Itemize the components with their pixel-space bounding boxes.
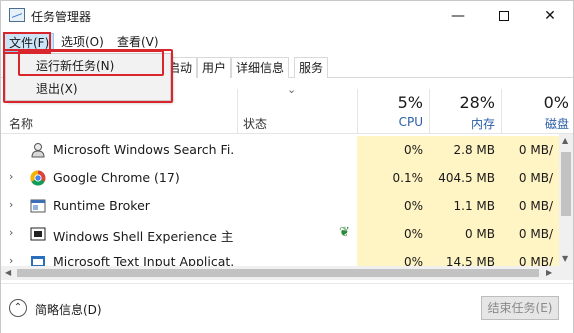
process-cpu: 0% — [357, 192, 429, 220]
process-row[interactable]: › Microsoft Text Input Applicat... 0% 14… — [1, 248, 559, 266]
minimize-button[interactable]: — — [435, 1, 481, 31]
scroll-right-arrow-icon[interactable]: ▶ — [546, 268, 552, 277]
process-name: Windows Shell Experience 主... — [53, 229, 233, 244]
column-cpu[interactable]: CPU — [371, 115, 423, 129]
process-disk: 0 MB/ — [501, 220, 559, 248]
process-disk: 0 MB/ — [501, 136, 559, 164]
expand-chevron-icon[interactable]: › — [9, 254, 13, 266]
search-indexer-icon — [31, 143, 45, 158]
disk-total-percent: 0% — [543, 93, 569, 112]
cpu-total-percent: 5% — [397, 93, 423, 112]
task-manager-app-icon — [9, 8, 25, 22]
process-row[interactable]: › Runtime Broker 0% 1.1 MB 0 MB/ — [1, 192, 559, 220]
memory-total-percent: 28% — [459, 93, 495, 112]
tab-services[interactable]: 服务 — [294, 57, 329, 78]
process-disk: 0 MB/ — [501, 248, 559, 266]
process-memory: 14.5 MB — [429, 248, 501, 266]
vertical-scroll-thumb[interactable] — [561, 152, 571, 216]
end-task-button[interactable]: 结束任务(E) — [481, 296, 559, 320]
sort-chevron-icon[interactable]: ⌄ — [287, 83, 296, 96]
process-disk: 0 MB/ — [501, 164, 559, 192]
process-name: Runtime Broker — [53, 198, 150, 213]
expand-chevron-icon[interactable]: › — [9, 170, 13, 183]
maximize-button[interactable] — [481, 1, 527, 31]
horizontal-scroll-thumb[interactable] — [17, 269, 539, 277]
shell-experience-icon — [30, 227, 46, 241]
maximize-icon — [499, 11, 509, 21]
column-separator[interactable] — [501, 89, 502, 133]
process-name: Google Chrome (17) — [53, 170, 180, 185]
process-row[interactable]: › Google Chrome (17) 0.1% 404.5 MB 0 MB/ — [1, 164, 559, 192]
vertical-scrollbar[interactable]: ▲ ▼ — [559, 134, 573, 266]
scroll-up-arrow-icon[interactable]: ▲ — [562, 136, 568, 145]
process-cpu: 0% — [357, 248, 429, 266]
fewer-details-chevron-icon[interactable]: ⌃ — [9, 299, 27, 317]
process-list: Microsoft Windows Search Fi... 0% 2.8 MB… — [1, 134, 559, 266]
process-row[interactable]: Microsoft Windows Search Fi... 0% 2.8 MB… — [1, 136, 559, 164]
runtime-broker-icon — [30, 199, 46, 213]
column-disk[interactable]: 磁盘 — [513, 115, 569, 132]
run-new-task-annotation-outline — [18, 50, 164, 76]
tab-details[interactable]: 详细信息 — [231, 57, 290, 78]
column-name[interactable]: 名称 — [9, 115, 33, 132]
title-bar: 任务管理器 — ✕ — [1, 1, 573, 31]
process-memory: 0 MB — [429, 220, 501, 248]
scroll-down-arrow-icon[interactable]: ▼ — [562, 254, 568, 263]
process-cpu: 0% — [357, 136, 429, 164]
process-cpu: 0% — [357, 220, 429, 248]
chrome-icon — [30, 170, 46, 186]
expand-chevron-icon[interactable]: › — [9, 198, 13, 211]
column-status[interactable]: 状态 — [243, 115, 267, 132]
process-disk: 0 MB/ — [501, 192, 559, 220]
column-separator[interactable] — [357, 89, 358, 133]
fewer-details-link[interactable]: 简略信息(D) — [35, 301, 102, 318]
suspended-leaf-icon: ❦ — [339, 225, 350, 240]
process-name: Microsoft Windows Search Fi... — [53, 142, 233, 157]
column-separator[interactable] — [429, 89, 430, 133]
task-manager-window: 任务管理器 — ✕ 文件(F) 选项(O) 查看(V) 启动 用户 详细信息 服… — [0, 0, 574, 333]
column-memory[interactable]: 内存 — [441, 115, 495, 132]
horizontal-scrollbar[interactable]: ◀ ▶ — [1, 266, 559, 280]
footer-bar: ⌃ 简略信息(D) 结束任务(E) — [1, 283, 573, 333]
close-button[interactable]: ✕ — [527, 1, 573, 31]
process-row[interactable]: › Windows Shell Experience 主... ❦ 0% 0 M… — [1, 220, 559, 248]
expand-chevron-icon[interactable]: › — [9, 226, 13, 239]
scroll-left-arrow-icon[interactable]: ◀ — [5, 268, 11, 277]
tab-users[interactable]: 用户 — [197, 57, 232, 78]
process-memory: 2.8 MB — [429, 136, 501, 164]
window-title: 任务管理器 — [31, 10, 92, 24]
process-memory: 1.1 MB — [429, 192, 501, 220]
scrollbar-corner — [559, 266, 573, 280]
process-cpu: 0.1% — [357, 164, 429, 192]
process-name: Microsoft Text Input Applicat... — [53, 254, 233, 266]
column-separator[interactable] — [237, 89, 238, 133]
process-memory: 404.5 MB — [429, 164, 501, 192]
text-input-icon — [31, 256, 45, 266]
